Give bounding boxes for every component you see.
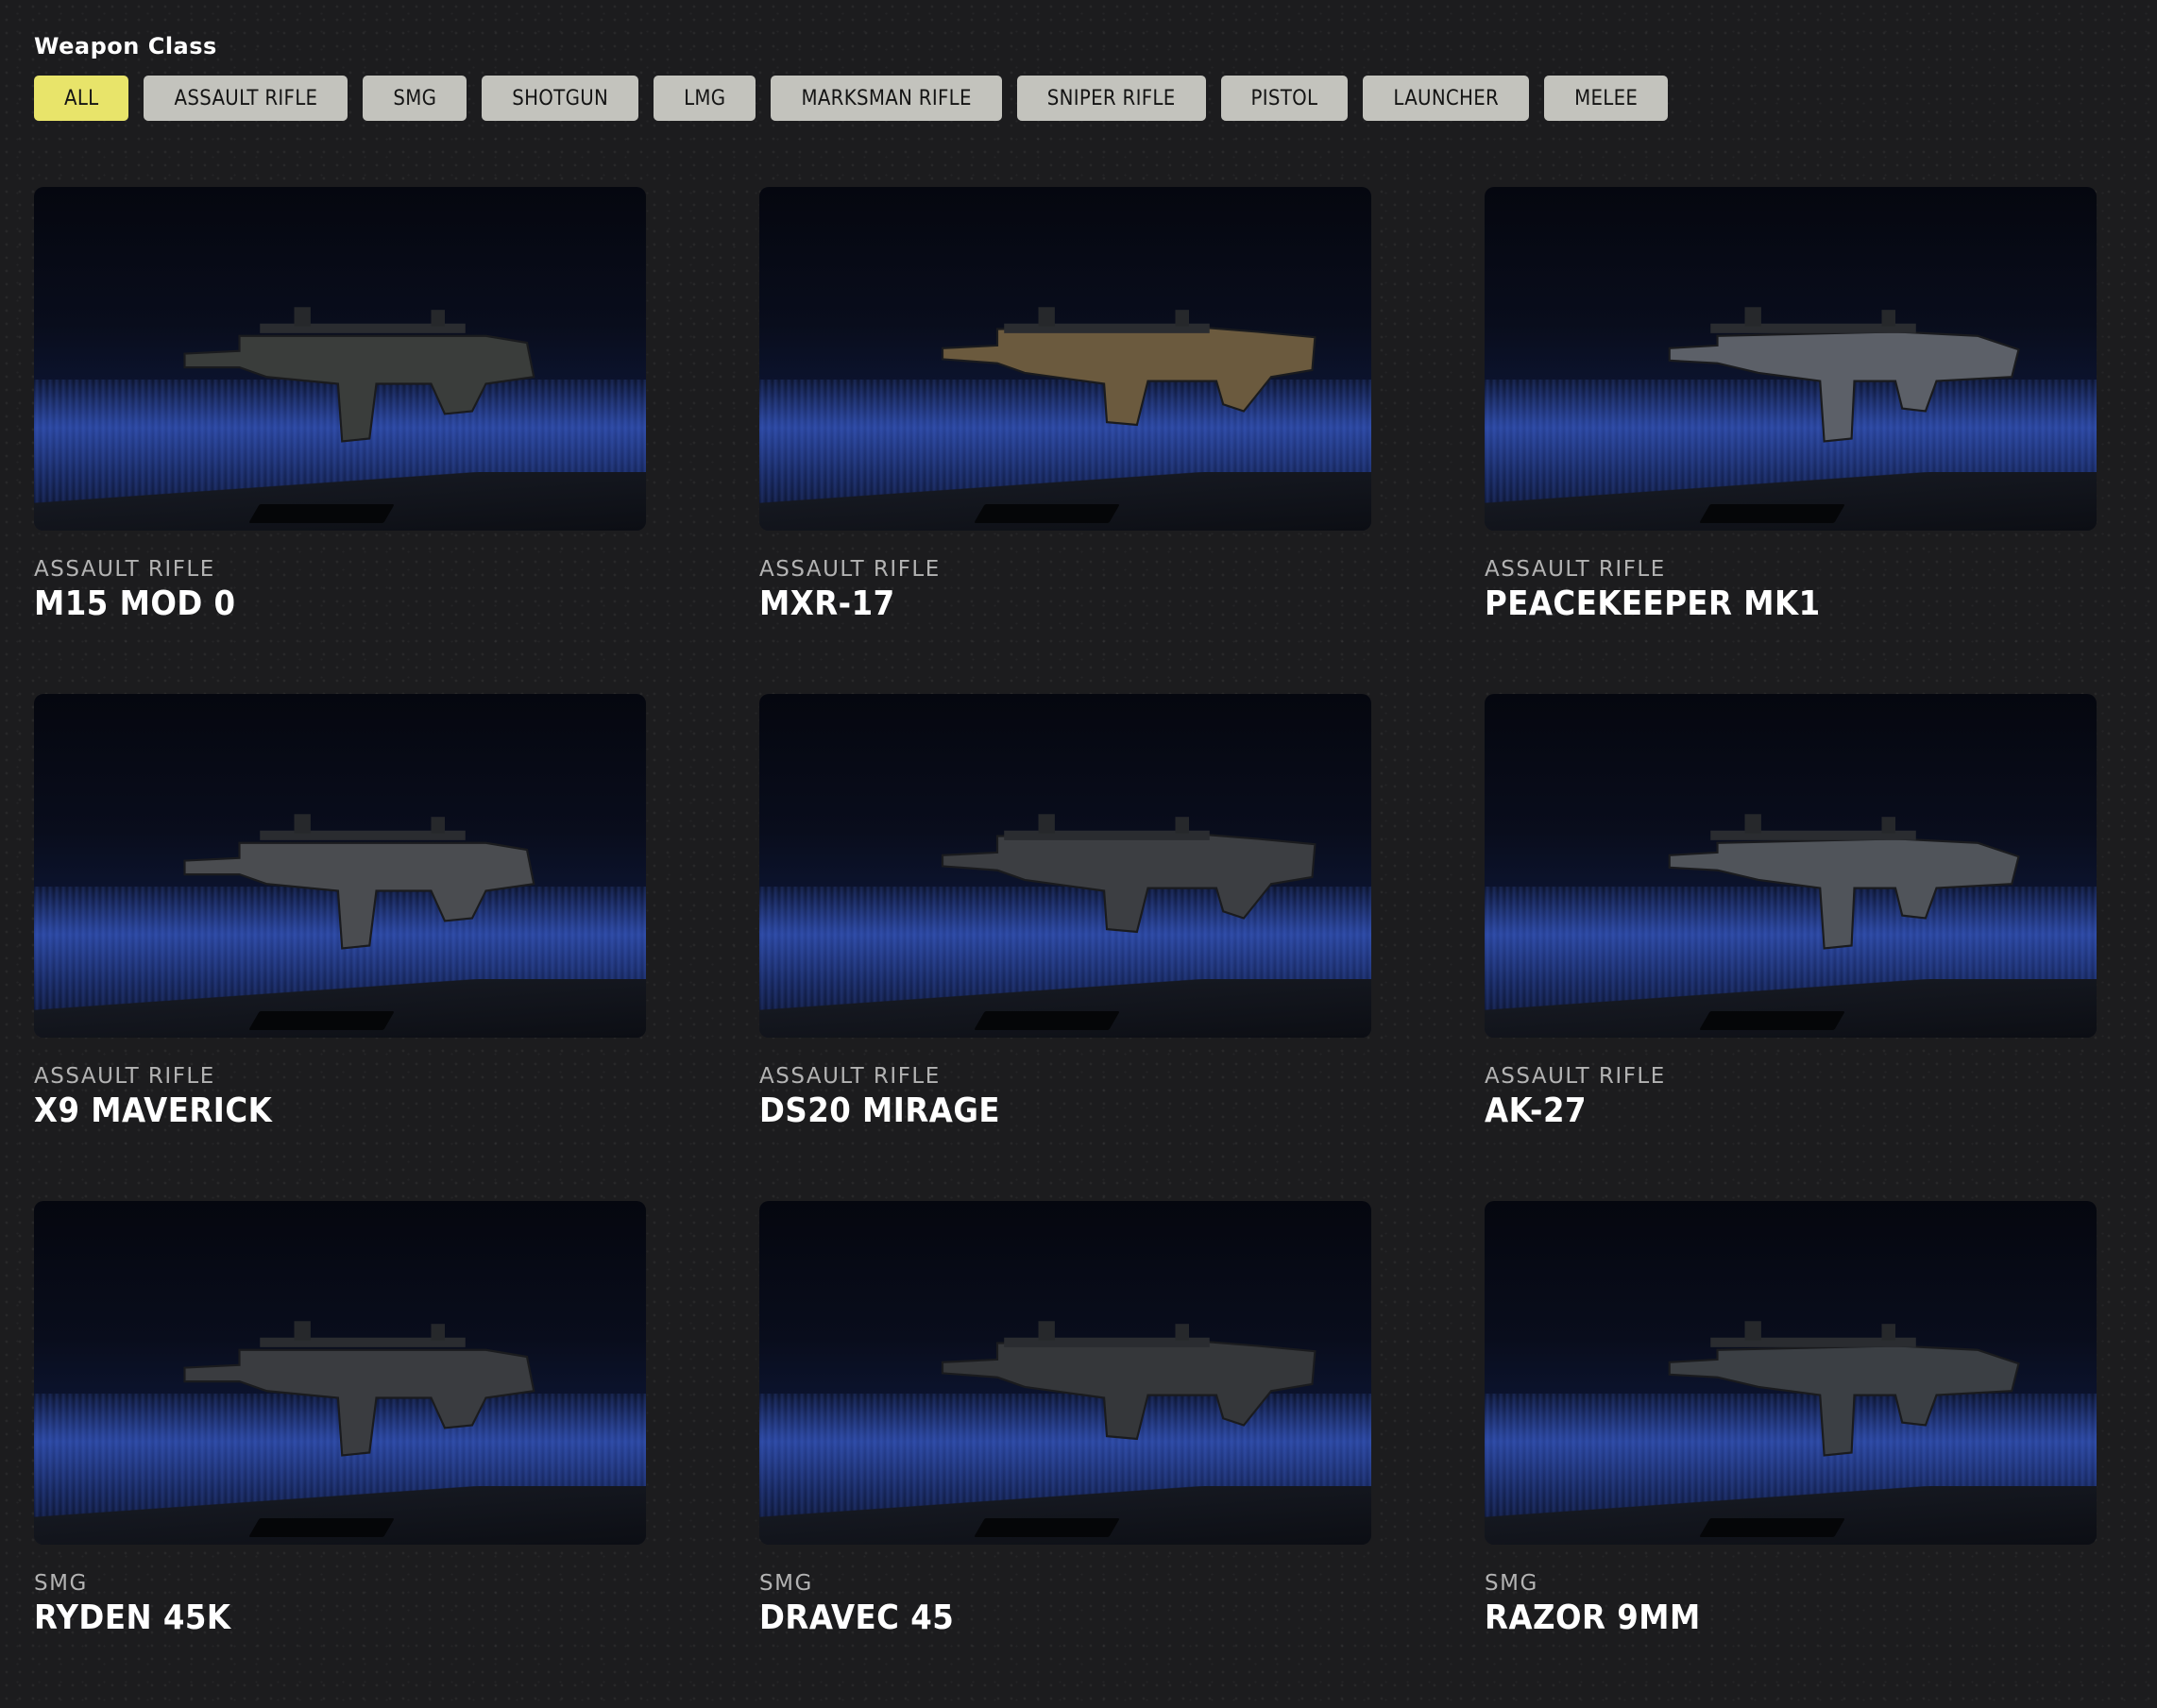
filter-sniper-rifle-button[interactable]: SNIPER RIFLE: [1016, 76, 1206, 121]
rifle-icon: [1668, 1321, 2020, 1457]
filter-launcher-button[interactable]: LAUNCHER: [1363, 76, 1530, 121]
filter-shotgun-button[interactable]: SHOTGUN: [482, 76, 639, 121]
rifle-icon: [183, 1321, 535, 1457]
weapon-grid: ASSAULT RIFLE M15 MOD 0 ASSAULT RIFLE MXR-1…: [34, 187, 2097, 1708]
filter-marksman-rifle-button[interactable]: MARKSMAN RIFLE: [771, 76, 1002, 121]
rifle-icon: [941, 814, 1316, 934]
filter-pistol-button[interactable]: PISTOL: [1220, 76, 1349, 121]
weapon-image: [759, 694, 1371, 1038]
rifle-icon: [941, 307, 1316, 427]
weapon-class-label: ASSAULT RIFLE: [759, 1064, 941, 1089]
weapon-name[interactable]: M15 MOD 0: [34, 583, 646, 625]
weapon-class-label: ASSAULT RIFLE: [34, 557, 215, 582]
weapon-image: [1485, 187, 2097, 531]
weapon-name[interactable]: AK-27: [1485, 1091, 2097, 1132]
weapon-class-label: ASSAULT RIFLE: [759, 557, 941, 582]
weapon-class-label: SMG: [759, 1571, 813, 1596]
weapon-card[interactable]: ASSAULT RIFLE AK-27: [1485, 694, 2097, 1201]
weapon-class-label: ASSAULT RIFLE: [34, 1064, 215, 1089]
weapon-image: [34, 694, 646, 1038]
weapon-card[interactable]: ASSAULT RIFLE MXR-17: [759, 187, 1371, 694]
rifle-icon: [1668, 307, 2020, 443]
weapon-name[interactable]: X9 MAVERICK: [34, 1091, 646, 1132]
weapon-class-label: ASSAULT RIFLE: [1485, 1064, 1666, 1089]
rifle-icon: [941, 1321, 1316, 1441]
weapon-class-label: SMG: [1485, 1571, 1538, 1596]
weapon-card[interactable]: ASSAULT RIFLE PEACEKEEPER MK1: [1485, 187, 2097, 694]
filter-title: Weapon Class: [34, 33, 217, 59]
weapon-name[interactable]: MXR-17: [759, 583, 1371, 625]
filter-smg-button[interactable]: SMG: [363, 76, 467, 121]
filter-assault-rifle-button[interactable]: ASSAULT RIFLE: [144, 76, 348, 121]
weapon-image: [34, 187, 646, 531]
weapon-name[interactable]: RAZOR 9MM: [1485, 1598, 2097, 1639]
rifle-icon: [1668, 814, 2020, 950]
weapon-name[interactable]: DRAVEC 45: [759, 1598, 1371, 1639]
rifle-icon: [183, 307, 535, 443]
filter-melee-button[interactable]: MELEE: [1544, 76, 1669, 121]
weapon-name[interactable]: DS20 MIRAGE: [759, 1091, 1371, 1132]
weapon-card[interactable]: ASSAULT RIFLE X9 MAVERICK: [34, 694, 646, 1201]
filter-bar: ALL ASSAULT RIFLE SMG SHOTGUN LMG MARKSM…: [34, 76, 1669, 121]
rifle-icon: [183, 814, 535, 950]
weapon-card[interactable]: SMG DRAVEC 45: [759, 1201, 1371, 1708]
weapon-image: [759, 1201, 1371, 1545]
weapon-image: [1485, 694, 2097, 1038]
weapon-class-filter: Weapon Class ALL ASSAULT RIFLE SMG SHOTG…: [34, 28, 1669, 121]
weapon-card[interactable]: SMG RAZOR 9MM: [1485, 1201, 2097, 1708]
weapon-card[interactable]: ASSAULT RIFLE M15 MOD 0: [34, 187, 646, 694]
weapon-image: [759, 187, 1371, 531]
filter-lmg-button[interactable]: LMG: [654, 76, 756, 121]
weapon-class-label: ASSAULT RIFLE: [1485, 557, 1666, 582]
weapon-class-label: SMG: [34, 1571, 88, 1596]
weapon-name[interactable]: RYDEN 45K: [34, 1598, 646, 1639]
filter-all-button[interactable]: ALL: [34, 76, 129, 121]
weapon-image: [34, 1201, 646, 1545]
weapon-card[interactable]: SMG RYDEN 45K: [34, 1201, 646, 1708]
weapon-name[interactable]: PEACEKEEPER MK1: [1485, 583, 2097, 625]
weapon-image: [1485, 1201, 2097, 1545]
weapon-card[interactable]: ASSAULT RIFLE DS20 MIRAGE: [759, 694, 1371, 1201]
